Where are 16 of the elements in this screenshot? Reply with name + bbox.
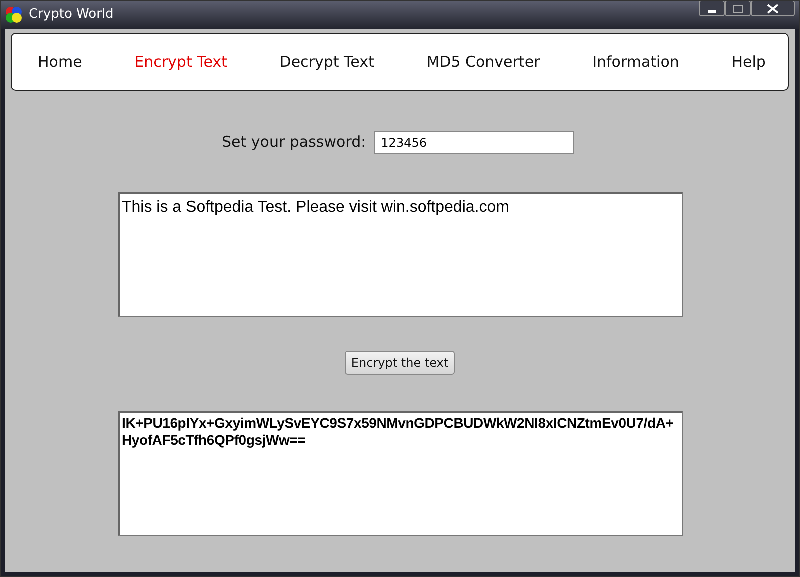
close-button[interactable] xyxy=(751,1,795,17)
output-text-field[interactable]: IK+PU16pIYx+GxyimWLySvEYC9S7x59NMvnGDPCBUDWkW2NI8xICNZtmEv0U7/dA+HyofAF5cTfh6QPf0gsjWw== xyxy=(118,411,683,536)
nav-tab[interactable]: Decrypt Text xyxy=(280,50,374,74)
window-title: Crypto World xyxy=(29,6,114,24)
encrypt-button[interactable]: Encrypt the text xyxy=(345,351,455,375)
nav-tab[interactable]: Home xyxy=(38,50,82,74)
nav-tab[interactable]: Help xyxy=(732,50,766,74)
maximize-button[interactable] xyxy=(725,1,751,17)
password-label: Set your password: xyxy=(222,132,366,154)
input-text-field[interactable]: This is a Softpedia Test. Please visit win.softpedia.com xyxy=(118,192,683,317)
nav-tab[interactable]: MD5 Converter xyxy=(426,50,540,74)
password-field[interactable]: 123456 xyxy=(374,131,574,154)
nav-tab[interactable]: Information xyxy=(592,50,680,74)
nav-tab[interactable]: Encrypt Text xyxy=(134,50,228,74)
app-icon xyxy=(5,6,23,24)
minimize-button[interactable] xyxy=(699,1,725,17)
